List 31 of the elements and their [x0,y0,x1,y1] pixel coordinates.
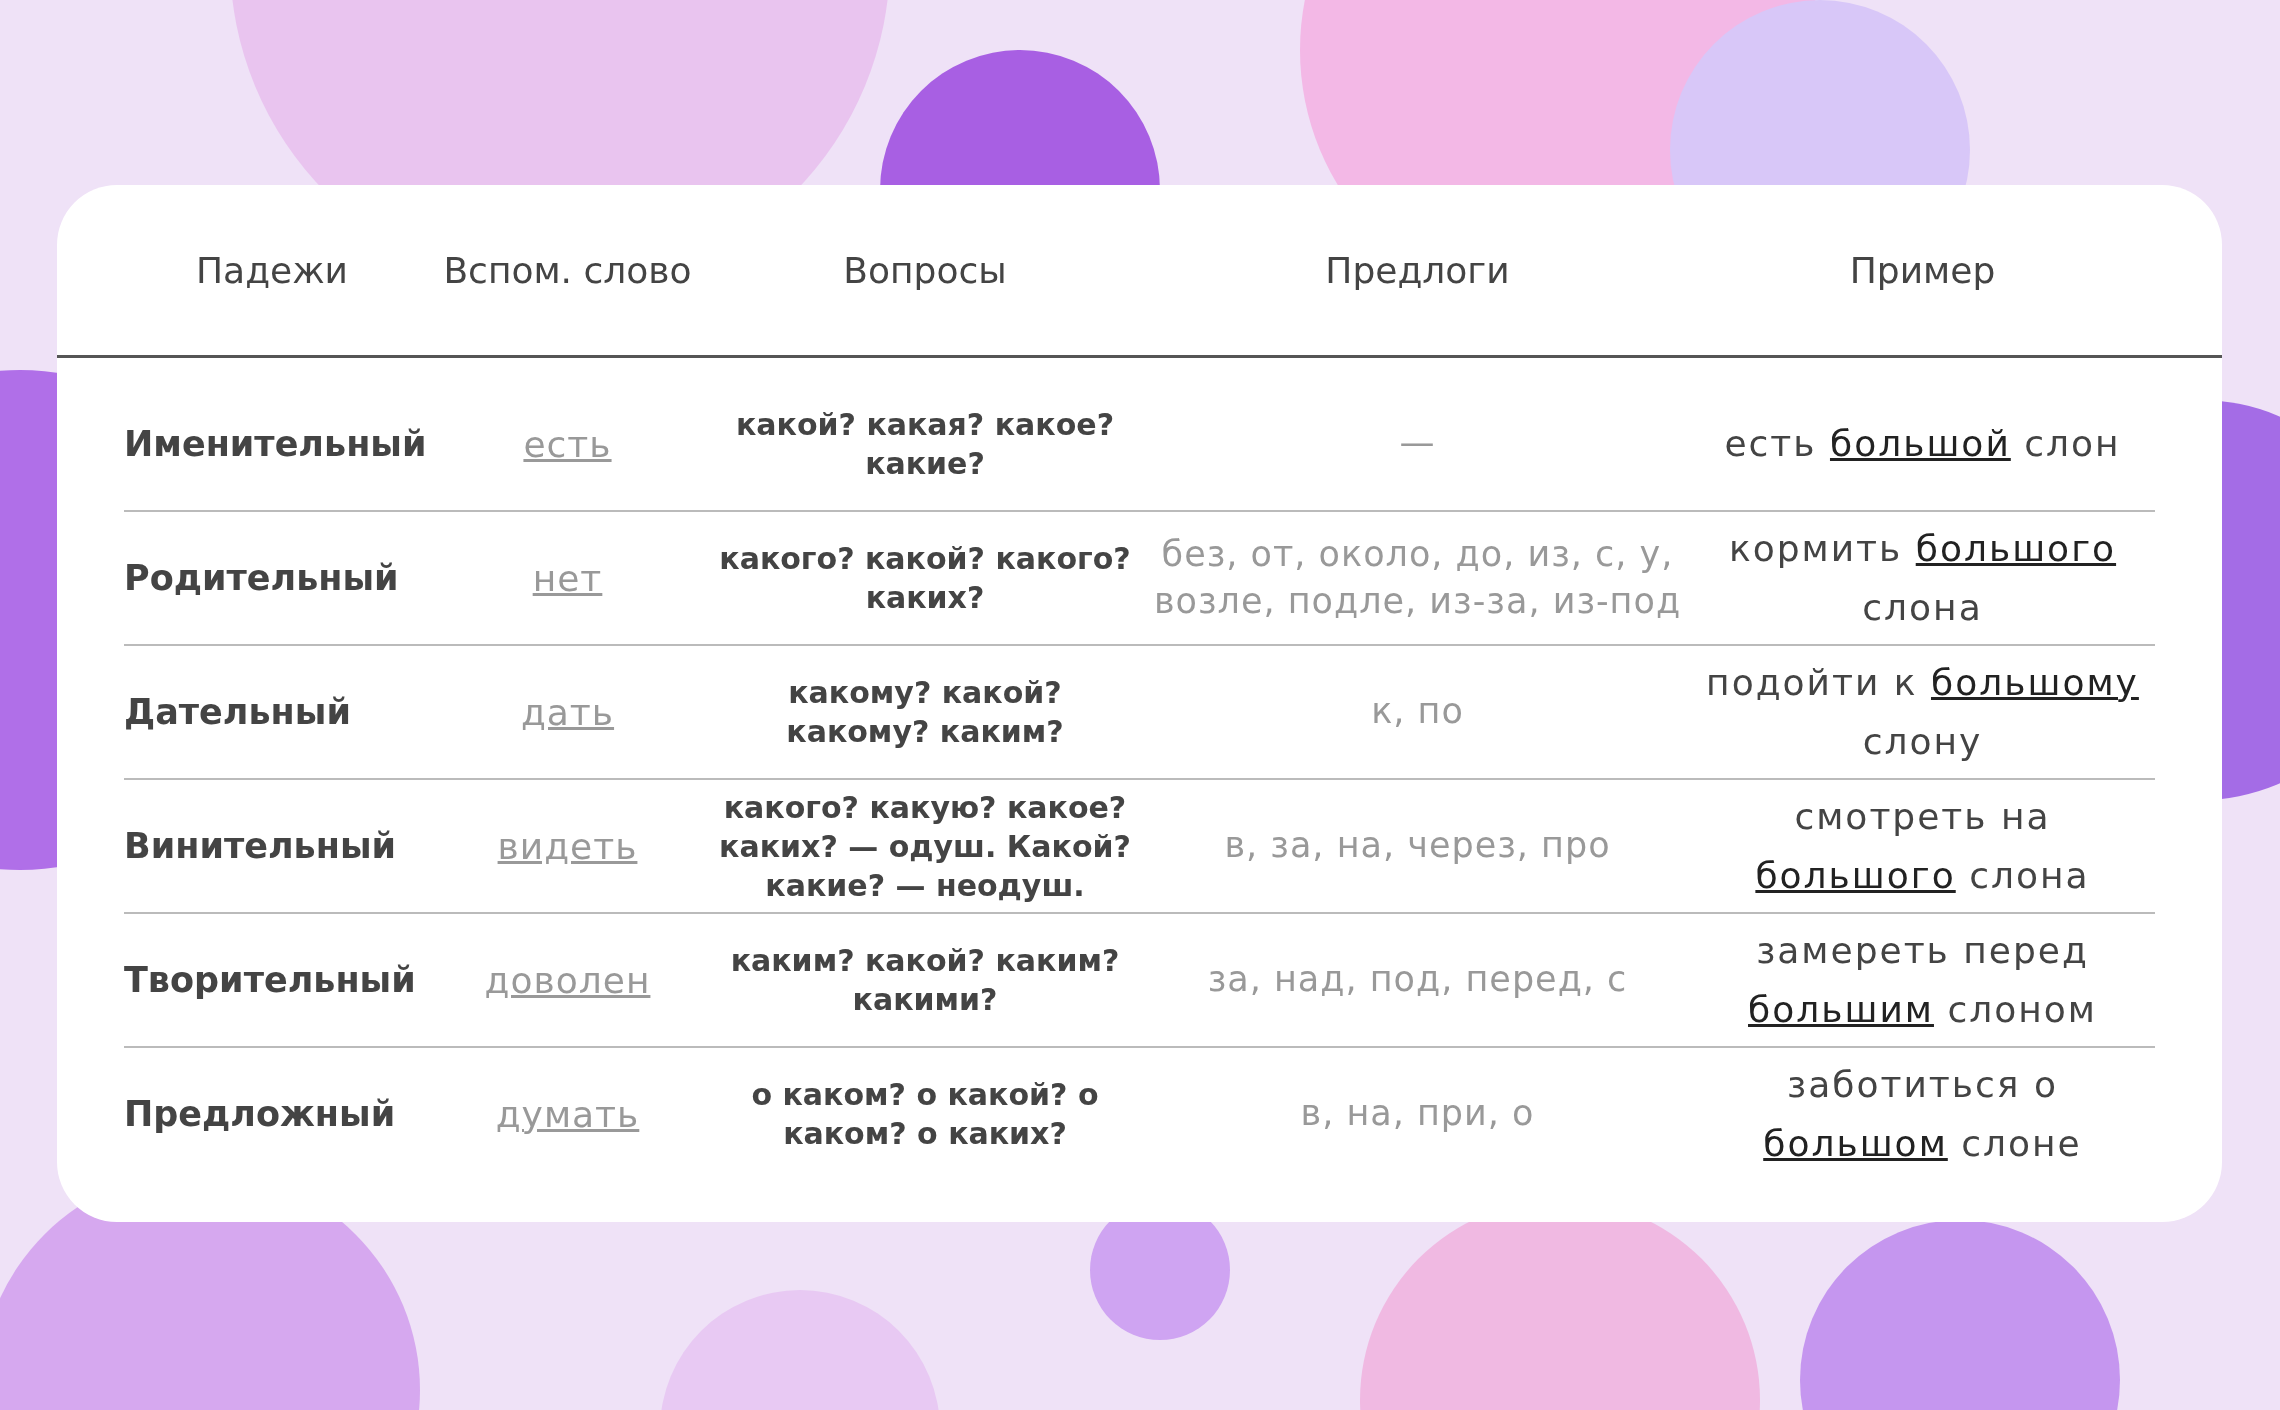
example-text: заботиться о большом слоне [1762,1062,2083,1166]
prepositions-text: — [1398,422,1437,466]
example-text: есть большой слон [1723,422,2122,467]
prepositions-text: в, на, при, о [1299,1092,1536,1136]
helper-word: нет [532,557,603,599]
column-header: Предлоги [1324,249,1511,291]
questions-text: какого? какую? какое? каких? — одуш. Какой? какие? — неодуш. [718,788,1132,905]
prepositions-text: в, за, на, через, про [1223,824,1612,868]
questions-text: о каком? о какой? о каком? о каких? [750,1076,1100,1153]
prepositions-text: за, над, под, перед, с [1206,958,1629,1002]
helper-word: есть [523,423,612,465]
case-name: Именительный [124,424,427,464]
column-header: Пример [1848,249,1997,291]
case-name: Творительный [124,960,416,1000]
case-name: Винительный [124,826,397,866]
prepositions-text: без, от, около, до, из, с, у, возле, подле, из-за, из-под [1152,532,1683,623]
questions-text: какой? какая? какое? какие? [734,406,1116,483]
questions-text: какого? какой? какого? каких? [718,540,1132,617]
column-header: Вспом. слово [442,249,693,291]
helper-word: думать [495,1093,640,1135]
case-name: Предложный [124,1094,396,1134]
helper-word: видеть [497,825,638,867]
helper-word: дать [520,691,615,733]
prepositions-text: к, по [1370,690,1465,734]
questions-text: каким? какой? каким? какими? [729,942,1121,1019]
case-name: Родительный [124,558,399,598]
questions-text: какому? какой? какому? каким? [785,674,1065,751]
helper-word: доволен [484,959,651,1001]
case-name: Дательный [124,692,351,732]
column-header: Падежи [195,249,349,291]
column-header: Вопросы [842,249,1008,291]
